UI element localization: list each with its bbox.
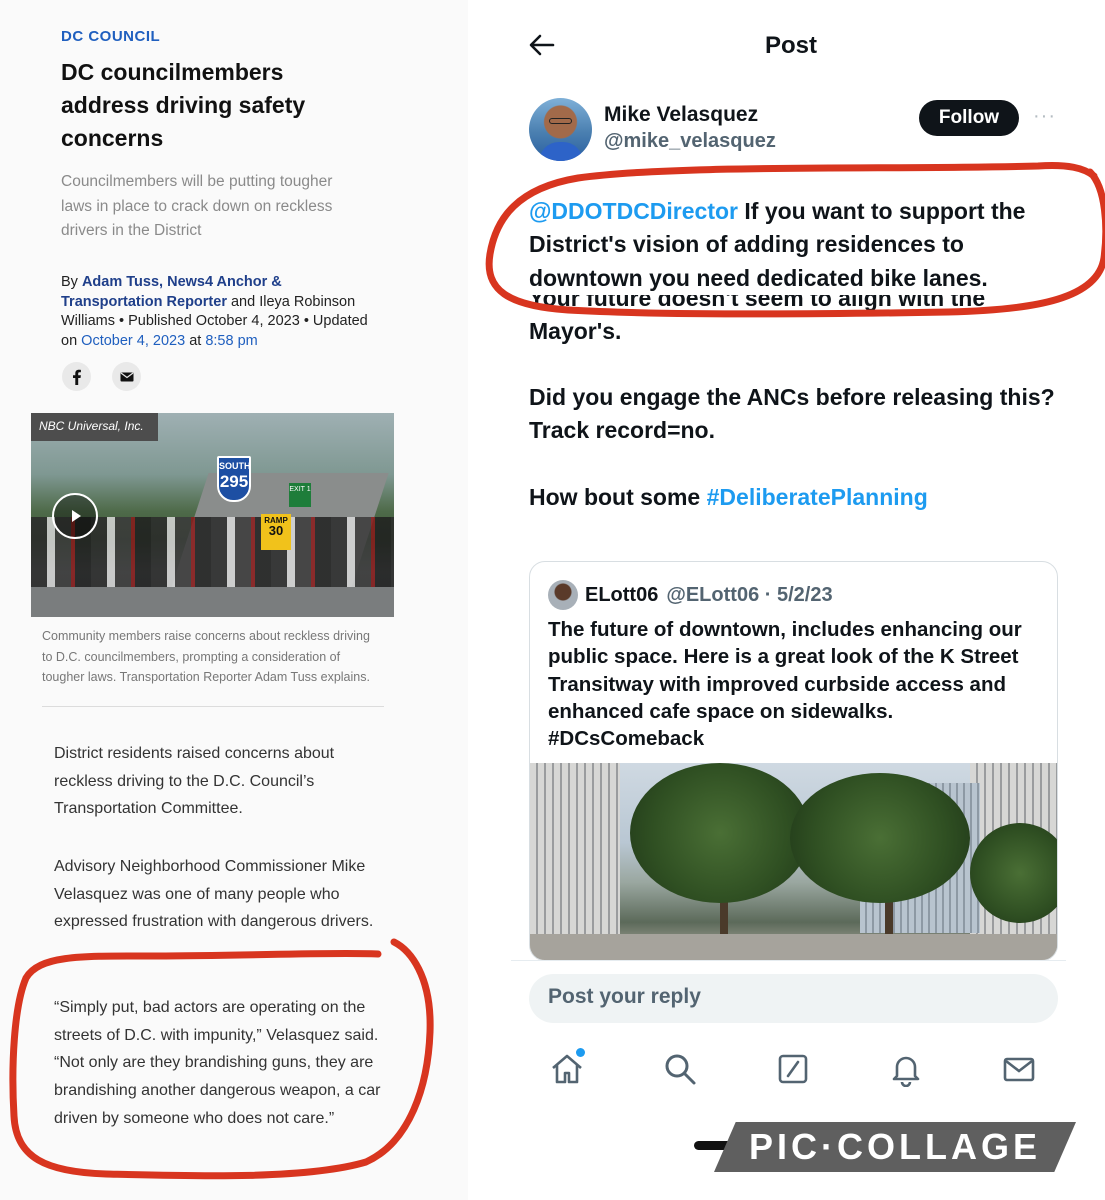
shield-direction: SOUTH [219, 461, 251, 471]
quoted-post-header: ELott06 @ELott06 · 5/2/23 [548, 580, 833, 610]
social-post-panel: Post Mike Velasquez @mike_velasquez Foll… [470, 0, 1105, 1200]
more-options-icon[interactable]: ··· [1033, 105, 1056, 128]
quoted-handle-date: @ELott06 · 5/2/23 [666, 583, 833, 606]
updated-date: October 4, 2023 [81, 332, 186, 349]
article-paragraph: Advisory Neighborhood Commissioner Mike … [54, 858, 374, 931]
article-headline: DC councilmembers address driving safety… [61, 59, 306, 151]
article-video[interactable]: SOUTH 295 EXIT 1 RAMP 30 NBC Universal, In… [31, 413, 394, 617]
video-caption: Community members raise concerns about r… [42, 629, 370, 684]
news-article-panel: DC COUNCIL DC councilmembers address dri… [0, 0, 468, 1200]
quoted-post-text: The future of downtown, includes enhanci… [548, 616, 1048, 752]
post-text-part-4: How bout some [529, 483, 707, 510]
video-shoulder [31, 587, 394, 617]
follow-button[interactable]: Follow [919, 100, 1019, 136]
quoted-text-body: The future of downtown, includes enhanci… [548, 618, 1022, 723]
exit-sign: EXIT 1 [289, 483, 311, 507]
quoted-hashtag: #DCsComeback [548, 727, 705, 751]
mention-link[interactable]: @DDOTDCDirector [529, 198, 738, 224]
reply-divider [511, 960, 1066, 961]
share-email-button[interactable] [112, 362, 141, 391]
avatar[interactable] [529, 98, 592, 161]
compose-icon[interactable] [775, 1051, 811, 1087]
byline-at: at [185, 332, 206, 349]
home-notification-dot [576, 1048, 585, 1057]
interstate-shield: SOUTH 295 [217, 456, 251, 502]
post-text-obscured-line: Your future doesn't seem to align with t… [529, 294, 986, 311]
video-credit: NBC Universal, Inc. [31, 413, 158, 441]
article-paragraph: District residents raised concerns about… [54, 745, 335, 818]
article-byline: By Adam Tuss, News4 Anchor & Transportat… [61, 273, 371, 351]
messages-icon[interactable] [1001, 1051, 1037, 1087]
post-text: @DDOTDCDirector If you want to support t… [529, 195, 1069, 547]
hashtag-link[interactable]: #DeliberatePlanning [707, 484, 928, 510]
notifications-icon[interactable] [888, 1051, 924, 1087]
email-icon [120, 372, 133, 381]
pic-collage-watermark: PIC·COLLAGE [714, 1122, 1076, 1172]
updated-time: 8:58 pm [205, 332, 258, 349]
article-kicker[interactable]: DC COUNCIL [61, 28, 160, 45]
byline-by: By [61, 274, 82, 290]
article-quote-paragraph: “Simply put, bad actors are operating on… [54, 999, 381, 1127]
ramp-speed: 30 [268, 523, 284, 538]
share-facebook-button[interactable] [62, 362, 91, 391]
post-text-part-2: Mayor's. [529, 317, 622, 344]
post-text-part-3: Did you engage the ANCs before releasing… [529, 384, 1055, 444]
back-arrow-icon[interactable] [527, 30, 557, 60]
play-icon [72, 510, 81, 522]
quoted-post-image[interactable] [530, 763, 1057, 960]
page-title: Post [765, 32, 818, 59]
quoted-post-card[interactable]: ELott06 @ELott06 · 5/2/23 The future of … [529, 561, 1058, 961]
play-button[interactable] [52, 493, 98, 539]
ramp-sign: RAMP 30 [261, 514, 291, 550]
user-handle[interactable]: @mike_velasquez [604, 130, 776, 153]
quoted-avatar [548, 580, 578, 610]
shield-number: 295 [219, 472, 249, 491]
search-icon[interactable] [662, 1051, 698, 1087]
reply-input[interactable]: Post your reply [529, 974, 1058, 1023]
quoted-user-name: ELott06 [585, 583, 659, 606]
article-dek: Councilmembers will be putting tougher l… [61, 173, 333, 239]
user-name[interactable]: Mike Velasquez [604, 103, 758, 127]
caption-divider [42, 706, 384, 707]
facebook-icon [72, 369, 81, 385]
